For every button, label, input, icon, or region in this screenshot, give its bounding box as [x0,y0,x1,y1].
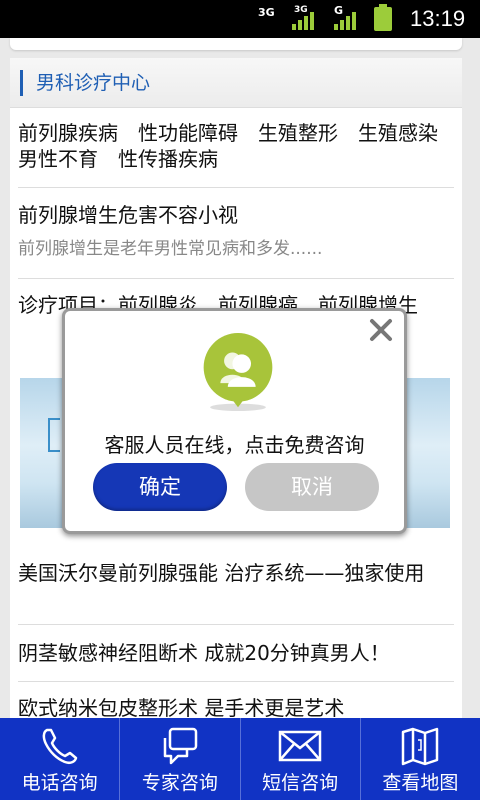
top-card-edge [10,38,462,50]
divider [18,278,454,279]
confirm-button[interactable]: 确定 [93,463,227,511]
nav-phone-consult[interactable]: 电话咨询 [0,718,121,800]
nav-label: 专家咨询 [141,772,218,794]
section-accent-bar [20,70,23,96]
nav-expert-consult[interactable]: 专家咨询 [120,718,241,800]
section-title: 男科诊疗中心 [36,72,151,94]
promo-link[interactable]: 美国沃尔曼前列腺强能 治疗系统——独家使用 [18,560,454,586]
divider [18,681,454,682]
nav-label: 查看地图 [382,772,459,794]
bottom-nav: 电话咨询 专家咨询 短信咨询 查看地图 [0,718,480,800]
nav-label: 短信咨询 [262,772,339,794]
close-icon[interactable] [368,317,394,343]
chat-bubbles-icon [163,727,198,765]
article-summary[interactable]: 前列腺增生是老年男性常见病和多发...... [18,236,454,262]
nav-view-map[interactable]: 查看地图 [361,718,480,800]
network-type-label: 3G [258,6,275,19]
map-icon [402,727,439,766]
nav-sms-consult[interactable]: 短信咨询 [241,718,361,800]
cancel-button[interactable]: 取消 [245,463,379,511]
signal-icon-2 [334,8,356,30]
banner-decoration [48,418,60,452]
signal-icon [292,8,314,30]
dialog-message: 客服人员在线，点击免费咨询 [104,433,365,457]
status-bar: 3G 3G G 13:19 [0,0,480,38]
nav-label: 电话咨询 [21,772,98,794]
article-title[interactable]: 前列腺增生危害不容小视 [18,202,454,228]
consultation-dialog: 客服人员在线，点击免费咨询 确定 取消 [62,308,407,534]
divider [18,187,454,188]
category-links[interactable]: 前列腺疾病 性功能障碍 生殖整形 生殖感染 男性不育 性传播疾病 [18,120,458,172]
customer-service-icon [203,333,273,411]
phone-icon [42,728,77,765]
battery-icon [374,4,392,31]
envelope-icon [278,730,322,762]
clock: 13:19 [410,6,466,31]
section-header: 男科诊疗中心 [10,58,462,108]
promo-link[interactable]: 欧式纳米包皮整形术 是手术更是艺术 [18,695,454,718]
divider [18,624,454,625]
promo-link[interactable]: 阴茎敏感神经阻断术 成就20分钟真男人！ [18,640,454,666]
